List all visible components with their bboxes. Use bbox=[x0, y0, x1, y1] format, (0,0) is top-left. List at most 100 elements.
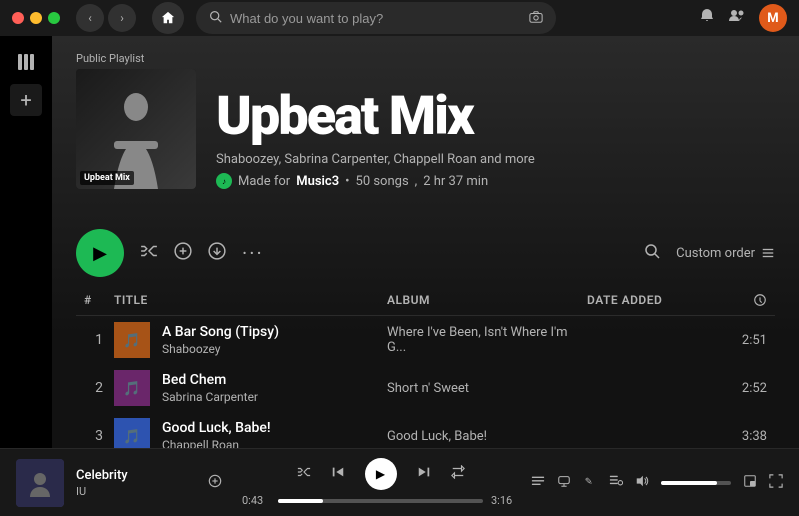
search-input[interactable] bbox=[230, 11, 521, 26]
track-duration: 2:52 bbox=[707, 381, 767, 396]
track-album: Good Luck, Babe! bbox=[387, 429, 587, 444]
public-label: Public Playlist bbox=[76, 52, 775, 65]
minimize-button[interactable] bbox=[30, 12, 42, 24]
track-info: 🎵 Good Luck, Babe! Chappell Roan bbox=[114, 418, 387, 448]
progress-fill bbox=[278, 499, 323, 503]
traffic-lights bbox=[12, 12, 60, 24]
playback-controls: ▶ 0:43 3:16 bbox=[242, 458, 519, 507]
track-number: 1 bbox=[84, 332, 114, 348]
track-thumbnail: 🎵 bbox=[114, 418, 150, 448]
friends-icon[interactable] bbox=[729, 8, 745, 28]
notification-icon[interactable] bbox=[699, 8, 715, 28]
playlist-user: Music3 bbox=[296, 174, 339, 189]
track-artist: Chappell Roan bbox=[162, 438, 271, 448]
back-button[interactable]: ‹ bbox=[76, 4, 104, 32]
next-button[interactable] bbox=[417, 465, 431, 483]
current-time: 0:43 bbox=[242, 494, 270, 507]
volume-bar[interactable] bbox=[661, 481, 731, 485]
custom-order-button[interactable]: Custom order bbox=[676, 246, 775, 261]
track-title-block: Bed Chem Sabrina Carpenter bbox=[162, 372, 258, 404]
track-album: Where I've Been, Isn't Where I'm G... bbox=[387, 325, 587, 355]
playlist-duration: 2 hr 37 min bbox=[423, 174, 488, 189]
svg-text:🎵: 🎵 bbox=[123, 428, 140, 445]
track-title-block: A Bar Song (Tipsy) Shaboozey bbox=[162, 324, 279, 356]
playlist-name-badge: Upbeat Mix bbox=[80, 171, 134, 185]
volume-fill bbox=[661, 481, 717, 485]
more-options-icon[interactable]: ··· bbox=[242, 241, 264, 265]
playlist-title: Upbeat Mix bbox=[216, 90, 775, 144]
now-playing-play-button[interactable]: ▶ bbox=[365, 458, 397, 490]
camera-icon[interactable] bbox=[529, 10, 543, 27]
track-info: 🎵 Bed Chem Sabrina Carpenter bbox=[114, 370, 387, 406]
playlist-cover: Upbeat Mix bbox=[76, 69, 196, 189]
like-button[interactable] bbox=[208, 474, 222, 492]
player-right-controls: ✎ bbox=[531, 474, 783, 492]
col-title: Title bbox=[114, 293, 387, 307]
shuffle-icon[interactable] bbox=[140, 242, 158, 265]
playlist-artists: Shaboozey, Sabrina Carpenter, Chappell R… bbox=[216, 152, 775, 167]
play-button[interactable]: ▶ bbox=[76, 229, 124, 277]
custom-order-label: Custom order bbox=[676, 246, 755, 261]
shuffle-button[interactable] bbox=[297, 465, 311, 483]
track-list: # Title Album Date added 1 🎵 A Bar Song … bbox=[52, 289, 799, 448]
svg-text:🎵: 🎵 bbox=[123, 380, 140, 397]
controls-bar: ▶ ··· Custom order bbox=[52, 221, 799, 289]
main-content: Public Playlist bbox=[52, 36, 799, 448]
track-title-block: Good Luck, Babe! Chappell Roan bbox=[162, 420, 271, 448]
toolbar-right: M bbox=[699, 4, 787, 32]
svg-text:🎵: 🎵 bbox=[123, 332, 140, 349]
avatar[interactable]: M bbox=[759, 4, 787, 32]
track-artist: Sabrina Carpenter bbox=[162, 390, 258, 404]
song-count: 50 songs bbox=[356, 174, 409, 189]
download-icon[interactable] bbox=[208, 242, 226, 265]
now-playing-bar: Celebrity IU ▶ 0:43 3:16 bbox=[0, 448, 799, 516]
track-number: 2 bbox=[84, 380, 114, 396]
made-for-label: Made for bbox=[238, 174, 290, 189]
spotify-logo: ♪ bbox=[216, 173, 232, 189]
queue-icon[interactable] bbox=[531, 474, 545, 492]
miniplayer-icon[interactable] bbox=[743, 474, 757, 492]
volume-icon[interactable] bbox=[635, 474, 649, 492]
playlist-meta: ♪ Made for Music3 • 50 songs , 2 hr 37 m… bbox=[216, 173, 775, 189]
playlist-header: Public Playlist bbox=[52, 36, 799, 221]
progress-bar[interactable] bbox=[278, 499, 483, 503]
track-duration: 2:51 bbox=[707, 333, 767, 348]
col-album: Album bbox=[387, 293, 587, 307]
svg-text:✎: ✎ bbox=[585, 476, 593, 487]
titlebar: ‹ › M bbox=[0, 0, 799, 36]
track-artist: Shaboozey bbox=[162, 342, 279, 356]
track-thumbnail: 🎵 bbox=[114, 370, 150, 406]
maximize-button[interactable] bbox=[48, 12, 60, 24]
main-layout: + Public Playlist bbox=[0, 36, 799, 448]
repeat-button[interactable] bbox=[451, 465, 465, 483]
progress-bar-area: 0:43 3:16 bbox=[242, 494, 519, 507]
track-search-icon[interactable] bbox=[644, 243, 660, 263]
playback-buttons: ▶ bbox=[297, 458, 465, 490]
col-duration bbox=[707, 293, 767, 307]
close-button[interactable] bbox=[12, 12, 24, 24]
create-playlist-button[interactable]: + bbox=[10, 84, 42, 116]
forward-button[interactable]: › bbox=[108, 4, 136, 32]
table-row[interactable]: 3 🎵 Good Luck, Babe! Chappell Roan Good … bbox=[76, 412, 775, 448]
comma-separator: , bbox=[415, 174, 418, 189]
playlist-info: Upbeat Mix Shaboozey, Sabrina Carpenter,… bbox=[216, 90, 775, 189]
table-row[interactable]: 1 🎵 A Bar Song (Tipsy) Shaboozey Where I… bbox=[76, 316, 775, 364]
sidebar-library-icon[interactable] bbox=[16, 52, 36, 72]
now-playing-art bbox=[16, 459, 64, 507]
add-icon[interactable] bbox=[174, 242, 192, 265]
previous-button[interactable] bbox=[331, 465, 345, 483]
nav-buttons: ‹ › bbox=[76, 4, 136, 32]
total-time: 3:16 bbox=[491, 494, 519, 507]
track-album: Short n' Sweet bbox=[387, 381, 587, 396]
connect-icon[interactable] bbox=[557, 474, 571, 492]
track-number: 3 bbox=[84, 428, 114, 444]
fullscreen-icon[interactable] bbox=[769, 474, 783, 492]
home-button[interactable] bbox=[152, 2, 184, 34]
track-list-header: # Title Album Date added bbox=[76, 289, 775, 316]
table-row[interactable]: 2 🎵 Bed Chem Sabrina Carpenter Short n' … bbox=[76, 364, 775, 412]
queue-list-icon[interactable] bbox=[609, 474, 623, 492]
now-playing-title: Celebrity bbox=[76, 468, 196, 483]
search-bar[interactable] bbox=[196, 2, 556, 34]
track-name: Good Luck, Babe! bbox=[162, 420, 271, 436]
lyrics-icon[interactable]: ✎ bbox=[583, 474, 597, 492]
